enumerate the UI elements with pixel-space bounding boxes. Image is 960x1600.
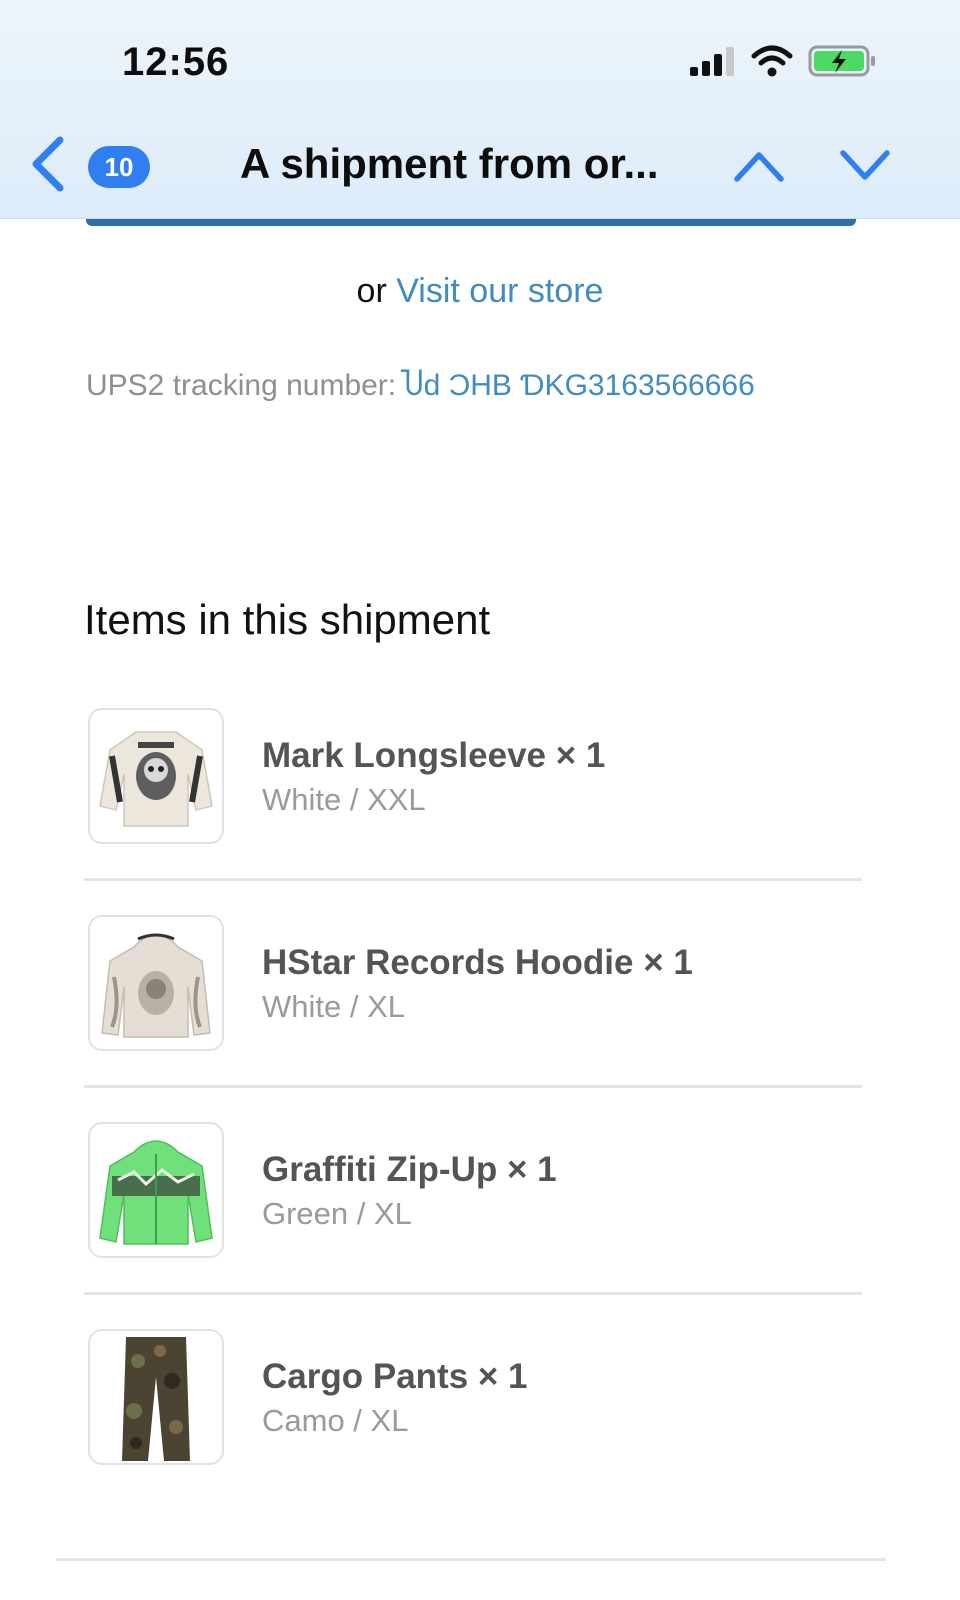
next-message-button[interactable] [838,146,892,186]
items-heading: Items in this shipment [84,596,491,643]
shipment-item: Cargo Pants × 1 Camo / XL [84,1329,876,1537]
top-bar: 12:56 10 A shipment from or... [0,0,960,219]
battery-charging-icon [808,44,878,83]
shipment-item: Graffiti Zip-Up × 1 Green / XL [84,1122,876,1330]
product-image [88,915,224,1051]
shipment-item: HStar Records Hoodie × 1 White / XL [84,915,876,1123]
chevron-left-icon [32,136,64,192]
item-variant: White / XXL [262,782,426,817]
tracking-label: UPS2 tracking number: [86,369,397,402]
wifi-icon [750,44,794,83]
item-name[interactable]: Cargo Pants × 1 [262,1357,528,1397]
divider [84,1085,862,1088]
previous-message-button[interactable] [732,146,786,186]
item-variant: Camo / XL [262,1403,409,1438]
tracking-line: UPS2 tracking number: Ⴎd ƆHB ƊKG316356666… [86,368,755,403]
signal-icon [688,45,736,82]
item-name[interactable]: Mark Longsleeve × 1 [262,736,605,776]
tracking-number-link[interactable]: Ⴎd ƆHB ƊKG3163566666 [400,369,755,402]
divider [84,1292,862,1295]
item-variant: White / XL [262,989,405,1024]
back-button[interactable] [28,134,68,194]
product-image [88,1122,224,1258]
item-variant: Green / XL [262,1196,412,1231]
shipment-item: Mark Longsleeve × 1 White / XXL [84,708,876,916]
item-name[interactable]: Graffiti Zip-Up × 1 [262,1150,557,1190]
chevron-up-icon [734,152,784,182]
status-time: 12:56 [122,40,230,84]
item-name[interactable]: HStar Records Hoodie × 1 [262,943,693,983]
visit-prefix: or [356,272,397,310]
divider [56,1558,886,1561]
page-title: A shipment from or... [240,140,659,187]
visit-store-link[interactable]: Visit our store [396,272,603,310]
chevron-down-icon [840,150,890,180]
product-image [88,1329,224,1465]
visit-store-line: or Visit our store [0,272,960,311]
status-icons [688,44,878,83]
divider [84,878,862,881]
product-image [88,708,224,844]
unread-count-badge[interactable]: 10 [88,146,150,188]
